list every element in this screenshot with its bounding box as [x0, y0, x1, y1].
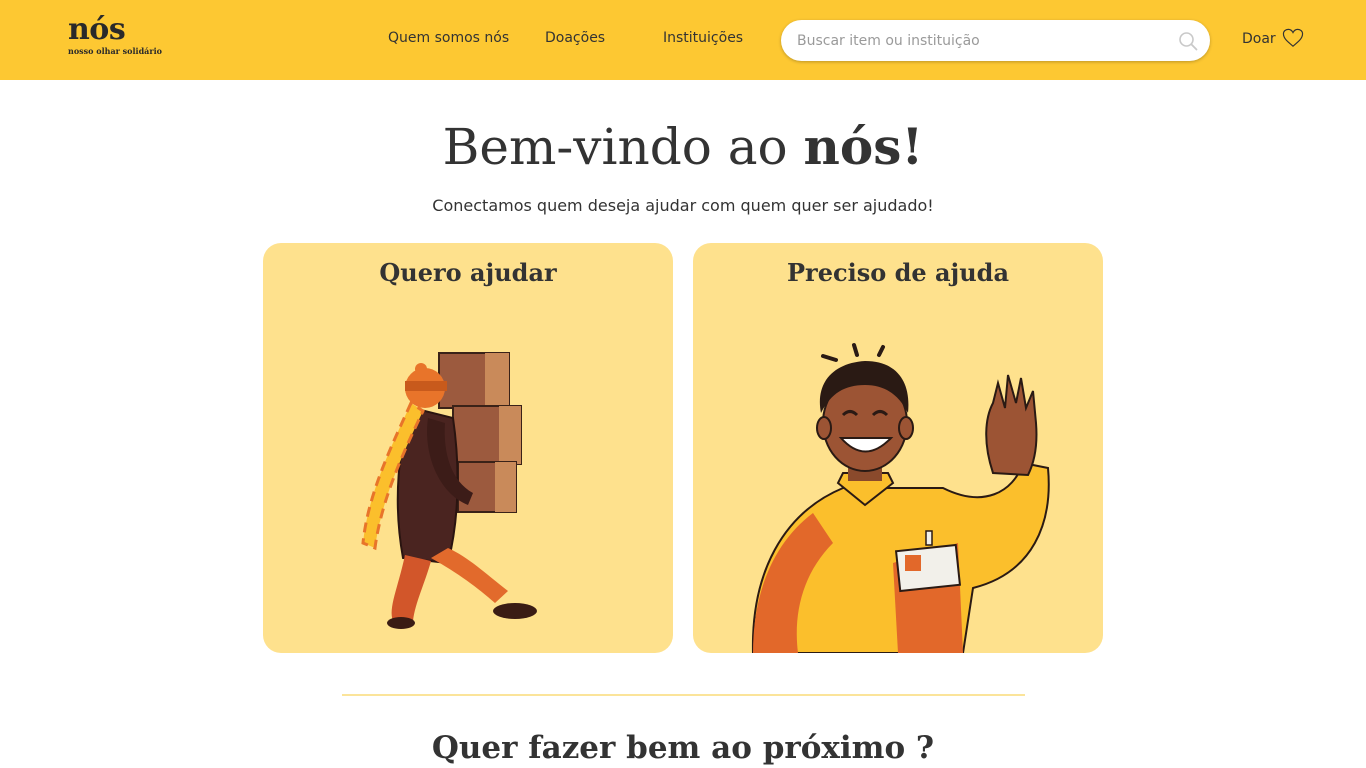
section-divider	[342, 694, 1025, 696]
heart-icon	[1282, 28, 1303, 47]
card-quero-ajudar[interactable]: Quero ajudar	[263, 243, 673, 653]
nav-link-doacoes[interactable]: Doações	[545, 30, 605, 46]
logo-subtitle: nosso olhar solidário	[68, 46, 162, 56]
nav-link-instituicoes[interactable]: Instituições	[663, 30, 743, 46]
donate-label: Doar	[1242, 31, 1276, 47]
logo[interactable]: nós nosso olhar solidário	[68, 12, 162, 57]
hero-title-regular: Bem-vindo ao	[442, 118, 804, 176]
hero-title: Bem-vindo ao nós!	[0, 112, 1366, 182]
hero-subtitle: Conectamos quem deseja ajudar com quem q…	[432, 196, 934, 215]
card-title-quero-ajudar: Quero ajudar	[379, 258, 557, 287]
nav-link-quem-somos[interactable]: Quem somos nós	[388, 30, 509, 46]
logo-title: nós	[68, 12, 126, 47]
card-title-preciso-de-ajuda: Preciso de ajuda	[787, 258, 1009, 287]
search-box	[781, 20, 1210, 61]
hero-title-bold: nós!	[803, 117, 924, 176]
search-input[interactable]	[797, 20, 1167, 61]
person-carrying-boxes-illustration	[361, 352, 537, 629]
search-icon[interactable]	[1178, 31, 1198, 51]
header: nós nosso olhar solidário Quem somos nós…	[0, 0, 1366, 80]
donate-button[interactable]: Doar	[1242, 28, 1304, 48]
section-title: Quer fazer bem ao próximo ?	[431, 730, 935, 766]
card-preciso-de-ajuda[interactable]: Preciso de ajuda	[693, 243, 1103, 653]
smiling-man-waving-illustration	[751, 343, 1050, 653]
